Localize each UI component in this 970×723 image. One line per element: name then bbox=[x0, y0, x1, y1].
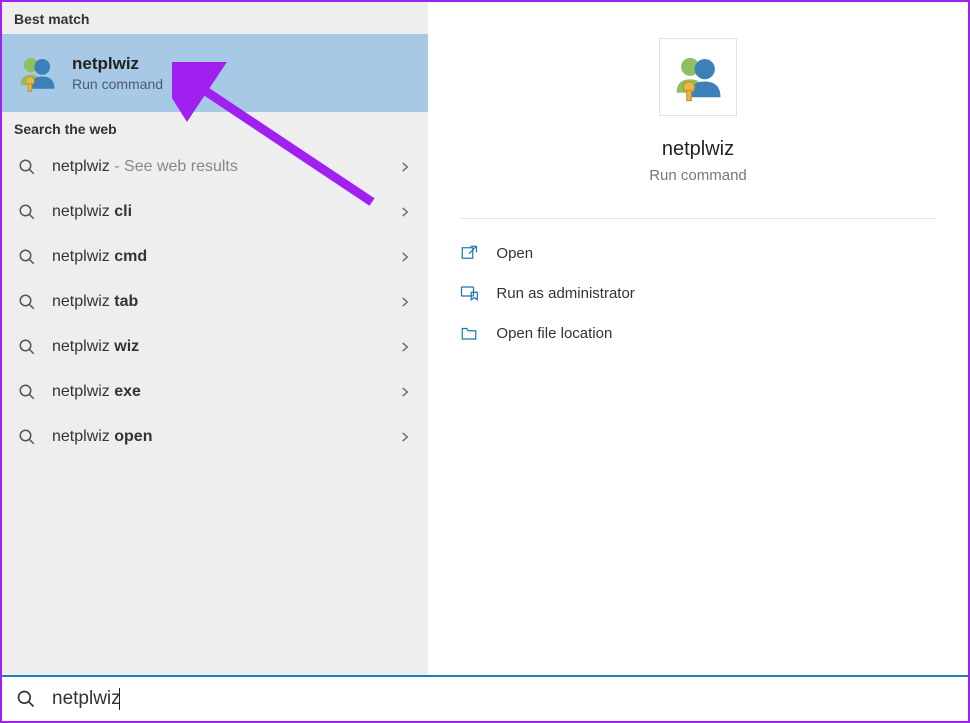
web-result[interactable]: netplwiz open bbox=[2, 414, 428, 459]
chevron-right-icon bbox=[398, 295, 412, 309]
search-icon bbox=[18, 428, 36, 446]
chevron-right-icon bbox=[398, 250, 412, 264]
web-result-label: netplwiz open bbox=[52, 428, 398, 446]
web-result-label: netplwiz wiz bbox=[52, 338, 398, 356]
action-folder[interactable]: Open file location bbox=[460, 313, 935, 353]
search-bar[interactable]: netplwiz bbox=[2, 675, 968, 721]
action-open[interactable]: Open bbox=[460, 233, 935, 273]
action-label: Open bbox=[496, 245, 533, 262]
chevron-right-icon bbox=[398, 385, 412, 399]
web-result[interactable]: netplwiz cmd bbox=[2, 234, 428, 279]
search-icon bbox=[18, 203, 36, 221]
chevron-right-icon bbox=[398, 160, 412, 174]
search-icon bbox=[16, 689, 36, 709]
best-match-header: Best match bbox=[2, 2, 428, 34]
chevron-right-icon bbox=[398, 430, 412, 444]
preview-icon bbox=[659, 38, 737, 116]
web-result-label: netplwiz cli bbox=[52, 203, 398, 221]
best-match-title: netplwiz bbox=[72, 54, 163, 74]
search-web-header: Search the web bbox=[2, 112, 428, 144]
web-result[interactable]: netplwiz cli bbox=[2, 189, 428, 234]
open-icon bbox=[460, 244, 478, 262]
web-results-list: netplwiz - See web results netplwiz cli ne… bbox=[2, 144, 428, 459]
chevron-right-icon bbox=[398, 205, 412, 219]
web-result[interactable]: netplwiz - See web results bbox=[2, 144, 428, 189]
preview-title: netplwiz bbox=[662, 138, 734, 161]
action-label: Run as administrator bbox=[496, 285, 634, 302]
web-result-label: netplwiz exe bbox=[52, 383, 398, 401]
search-input[interactable]: netplwiz bbox=[52, 688, 121, 710]
web-result-label: netplwiz cmd bbox=[52, 248, 398, 266]
divider bbox=[460, 218, 935, 219]
user-accounts-icon bbox=[16, 52, 58, 94]
search-icon bbox=[18, 158, 36, 176]
folder-icon bbox=[460, 324, 478, 342]
action-label: Open file location bbox=[496, 325, 612, 342]
best-match-subtitle: Run command bbox=[72, 76, 163, 92]
web-result[interactable]: netplwiz wiz bbox=[2, 324, 428, 369]
search-icon bbox=[18, 293, 36, 311]
results-pane: Best match netplwiz Run command Search t… bbox=[2, 2, 428, 675]
search-icon bbox=[18, 248, 36, 266]
web-result[interactable]: netplwiz tab bbox=[2, 279, 428, 324]
best-match-result[interactable]: netplwiz Run command bbox=[2, 34, 428, 112]
search-icon bbox=[18, 338, 36, 356]
search-icon bbox=[18, 383, 36, 401]
action-admin[interactable]: Run as administrator bbox=[460, 273, 935, 313]
web-result[interactable]: netplwiz exe bbox=[2, 369, 428, 414]
preview-subtitle: Run command bbox=[649, 167, 747, 184]
web-result-label: netplwiz - See web results bbox=[52, 158, 398, 176]
preview-pane: netplwiz Run command Open Run as administ… bbox=[428, 2, 968, 675]
action-list: Open Run as administrator Open file locati… bbox=[460, 233, 935, 353]
text-caret bbox=[119, 688, 120, 710]
web-result-label: netplwiz tab bbox=[52, 293, 398, 311]
admin-icon bbox=[460, 284, 478, 302]
chevron-right-icon bbox=[398, 340, 412, 354]
